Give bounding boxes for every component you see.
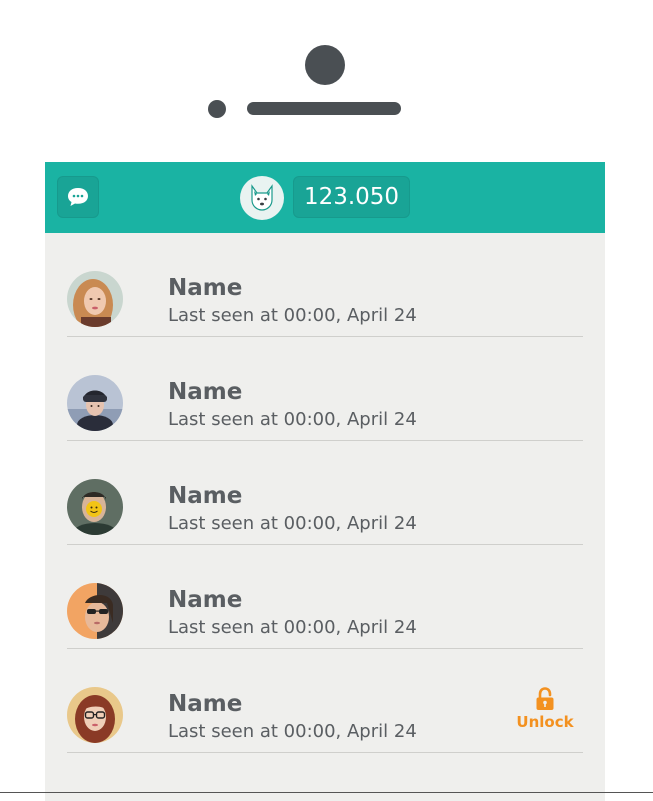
woman-blonde-avatar bbox=[67, 271, 123, 327]
coin-balance[interactable]: 123.050 bbox=[293, 176, 410, 218]
app-screen: 123.050 Name Last seen at 00:00, April 2… bbox=[45, 162, 605, 801]
woman-sunglasses-avatar bbox=[67, 583, 123, 639]
contact-row[interactable]: Name Last seen at 00:00, April 24 bbox=[45, 545, 605, 649]
proximity-sensor bbox=[208, 100, 226, 118]
device-top-bezel bbox=[0, 0, 653, 160]
woman-glasses-avatar bbox=[67, 687, 123, 743]
contact-last-seen: Last seen at 00:00, April 24 bbox=[168, 409, 417, 430]
contact-name: Name bbox=[168, 379, 243, 405]
man-smiley-ball-avatar bbox=[67, 479, 123, 535]
contact-name: Name bbox=[168, 691, 243, 717]
padlock-open-icon bbox=[536, 687, 554, 710]
contact-last-seen: Last seen at 00:00, April 24 bbox=[168, 305, 417, 326]
contact-row[interactable]: Name Last seen at 00:00, April 24 Unlock bbox=[45, 649, 605, 753]
contact-name: Name bbox=[168, 587, 243, 613]
earpiece-speaker bbox=[247, 102, 401, 115]
contact-row[interactable]: Name Last seen at 00:00, April 24 bbox=[45, 337, 605, 441]
front-camera bbox=[305, 45, 345, 85]
mascot-avatar[interactable] bbox=[240, 176, 284, 220]
contact-row[interactable]: Name Last seen at 00:00, April 24 bbox=[45, 441, 605, 545]
woman-beanie-avatar bbox=[67, 375, 123, 431]
chat-button[interactable] bbox=[57, 176, 99, 218]
unlock-button[interactable]: Unlock bbox=[515, 687, 575, 731]
chat-bubble-icon bbox=[68, 188, 88, 206]
bottom-divider bbox=[0, 792, 653, 793]
contact-name: Name bbox=[168, 275, 243, 301]
top-bar: 123.050 bbox=[45, 162, 605, 233]
contact-list: Name Last seen at 00:00, April 24 Name L… bbox=[45, 233, 605, 753]
contact-name: Name bbox=[168, 483, 243, 509]
contact-last-seen: Last seen at 00:00, April 24 bbox=[168, 617, 417, 638]
contact-row[interactable]: Name Last seen at 00:00, April 24 bbox=[45, 233, 605, 337]
contact-last-seen: Last seen at 00:00, April 24 bbox=[168, 513, 417, 534]
unlock-label: Unlock bbox=[516, 713, 574, 731]
husky-icon bbox=[251, 184, 273, 211]
contact-last-seen: Last seen at 00:00, April 24 bbox=[168, 721, 417, 742]
